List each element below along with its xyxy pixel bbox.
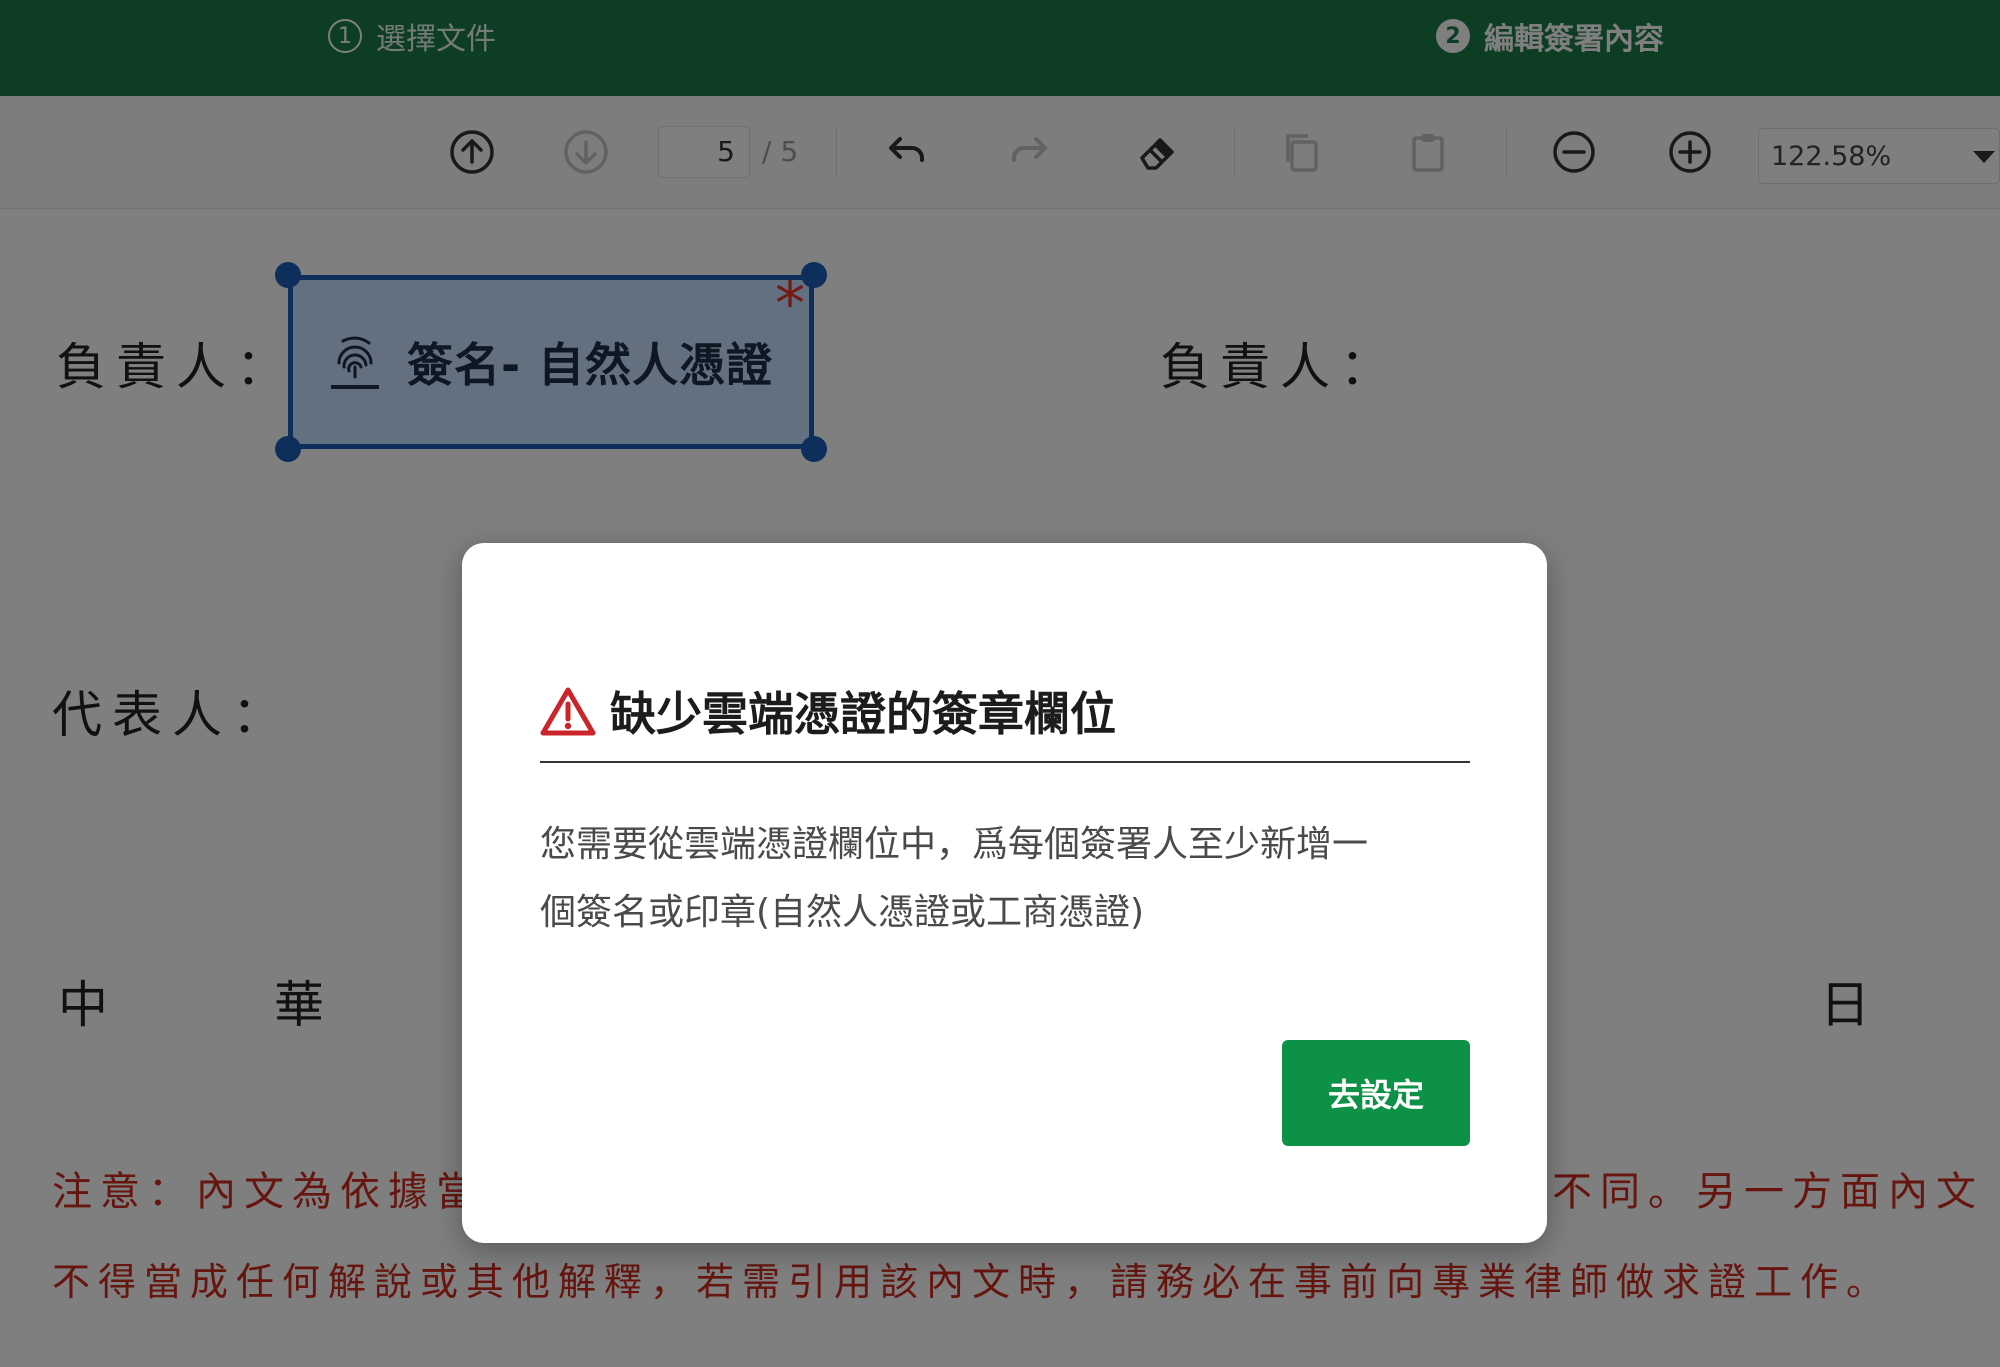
missing-cloud-signature-dialog: 缺少雲端憑證的簽章欄位 您需要從雲端憑證欄位中，爲每個簽署人至少新增一 個簽名或…: [462, 543, 1547, 1243]
go-to-settings-button[interactable]: 去設定: [1282, 1040, 1470, 1146]
dialog-message-line: 個簽名或印章(自然人憑證或工商憑證): [540, 892, 1145, 933]
dialog-message-line: 您需要從雲端憑證欄位中，爲每個簽署人至少新增一: [540, 824, 1369, 865]
warning-icon: [540, 687, 596, 736]
dialog-header: 缺少雲端憑證的簽章欄位: [540, 661, 1470, 763]
dialog-title: 缺少雲端憑證的簽章欄位: [610, 687, 1116, 741]
dialog-message: 您需要從雲端憑證欄位中，爲每個簽署人至少新增一 個簽名或印章(自然人憑證或工商憑…: [540, 811, 1470, 947]
